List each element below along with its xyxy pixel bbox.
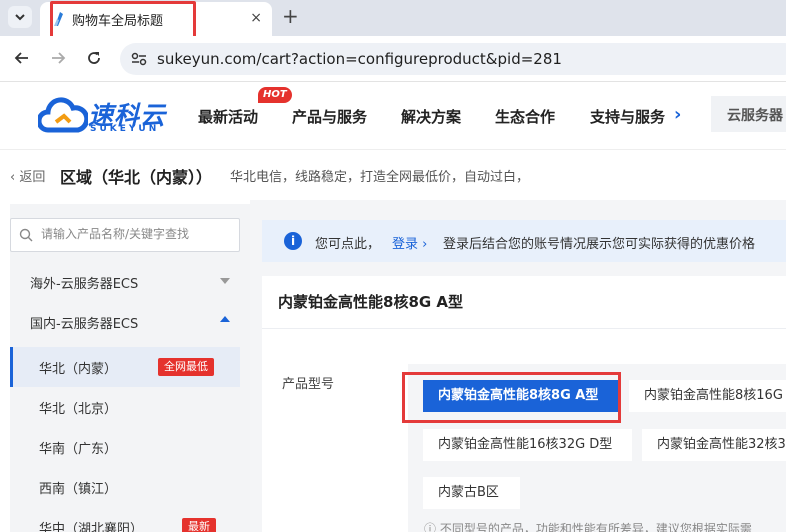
chevron-right-icon[interactable]: › bbox=[674, 104, 681, 125]
nav-ecosystem[interactable]: 生态合作 bbox=[495, 106, 555, 127]
header-search-text: 云服务器 bbox=[727, 108, 783, 124]
group-label: 海外-云服务器ECS bbox=[30, 277, 139, 292]
back-label: 返回 bbox=[19, 170, 46, 185]
tab-close-icon[interactable]: × bbox=[250, 10, 262, 26]
nav-latest-activities[interactable]: 最新活动 bbox=[198, 106, 258, 127]
options-note-text: 不同型号的产品，功能和性能有所差异，建议您根据实际需 bbox=[439, 522, 752, 532]
browser-toolbar: sukeyun.com/cart?action=configureproduct… bbox=[0, 36, 786, 82]
sidebar-item-label: 华北（内蒙） bbox=[39, 362, 118, 377]
sidebar-item-label: 华南（广东） bbox=[39, 442, 118, 457]
forward-button[interactable] bbox=[48, 48, 68, 68]
notice-text: 登录后结合您的账号情况展示您可实际获得的优惠价格 bbox=[443, 237, 756, 252]
login-link[interactable]: 登录 › bbox=[392, 233, 427, 252]
sidebar-group-domestic[interactable]: 国内-云服务器ECS bbox=[10, 302, 240, 342]
login-notice: i 您可点此， 登录 › 登录后结合您的账号情况展示您可实际获得的优惠价格 bbox=[262, 220, 786, 262]
url-text[interactable]: sukeyun.com/cart?action=configureproduct… bbox=[157, 50, 562, 68]
site-header: 速科云 SUKEYUN 最新活动 HOT 产品与服务 解决方案 生态合作 支持与… bbox=[0, 82, 786, 150]
browser-tab[interactable]: 购物车全局标题 × bbox=[40, 2, 272, 36]
sidebar-item-north-beijing[interactable]: 华北（北京） bbox=[10, 387, 240, 427]
new-tab-button[interactable]: + bbox=[282, 5, 299, 27]
nav-products-services[interactable]: 产品与服务 bbox=[292, 106, 367, 127]
page-title: 区域（华北（内蒙）） bbox=[60, 168, 213, 187]
sidebar-item-label: 西南（镇江） bbox=[39, 482, 118, 497]
arrow-left-icon bbox=[14, 52, 28, 64]
chevron-left-icon: ‹ bbox=[10, 170, 20, 185]
options-note: ⓘ 不同型号的产品，功能和性能有所差异，建议您根据实际需 bbox=[424, 520, 752, 532]
sidebar-item-southwest-zhenjiang[interactable]: 西南（镇江） bbox=[10, 467, 240, 507]
product-title: 内蒙铂金高性能8核8G A型 bbox=[278, 293, 464, 311]
browser-tab-bar: 购物车全局标题 × + bbox=[0, 0, 786, 36]
sidebar-item-south-guangdong[interactable]: 华南（广东） bbox=[10, 427, 240, 467]
option-inner-mongolia-b[interactable]: 内蒙古B区 bbox=[423, 477, 520, 509]
product-model-label: 产品型号 bbox=[282, 377, 335, 392]
option-8c16g[interactable]: 内蒙铂金高性能8核16G bbox=[629, 380, 786, 412]
logo-subtext: SUKEYUN bbox=[90, 124, 160, 134]
product-config-card: 内蒙铂金高性能8核8G A型 产品型号 内蒙铂金高性能8核8G A型 内蒙铂金高… bbox=[262, 276, 786, 532]
option-32c[interactable]: 内蒙铂金高性能32核3 bbox=[642, 429, 786, 461]
divider bbox=[262, 328, 786, 329]
sidebar: 海外-云服务器ECS 国内-云服务器ECS 华北（内蒙） 全网最低 华北（北京）… bbox=[10, 204, 250, 532]
main-content: i 您可点此， 登录 › 登录后结合您的账号情况展示您可实际获得的优惠价格 内蒙… bbox=[250, 200, 786, 532]
header-search-box[interactable]: 云服务器 bbox=[711, 96, 786, 132]
option-8c8g-a[interactable]: 内蒙铂金高性能8核8G A型 bbox=[423, 380, 619, 412]
lowest-price-badge: 全网最低 bbox=[158, 358, 214, 376]
sidebar-item-label: 华北（北京） bbox=[39, 402, 118, 417]
caret-up-icon bbox=[220, 316, 230, 322]
arrow-right-icon bbox=[52, 52, 66, 64]
sidebar-search-input[interactable] bbox=[41, 227, 236, 241]
caret-down-icon bbox=[220, 278, 230, 284]
nav-solutions[interactable]: 解决方案 bbox=[401, 106, 461, 127]
tab-title: 购物车全局标题 bbox=[72, 14, 164, 29]
hot-badge: HOT bbox=[258, 87, 292, 103]
product-model-options: 内蒙铂金高性能8核8G A型 内蒙铂金高性能8核16G 内蒙铂金高性能16核32… bbox=[408, 364, 786, 532]
tab-search-button[interactable] bbox=[8, 6, 32, 28]
page-description: 华北电信，线路稳定，打造全网最低价，自动过白， bbox=[230, 170, 530, 185]
chevron-down-icon bbox=[15, 14, 25, 21]
sidebar-search-box[interactable] bbox=[10, 218, 240, 252]
nav-support[interactable]: 支持与服务 bbox=[590, 106, 665, 127]
info-icon: i bbox=[284, 232, 302, 250]
option-16c32g-d[interactable]: 内蒙铂金高性能16核32G D型 bbox=[423, 429, 632, 461]
reload-button[interactable] bbox=[84, 48, 104, 68]
back-button[interactable] bbox=[12, 48, 32, 68]
site-logo[interactable]: 速科云 SUKEYUN bbox=[38, 96, 168, 136]
reload-icon bbox=[88, 52, 100, 64]
favicon-icon bbox=[54, 12, 63, 26]
info-circle-icon: ⓘ bbox=[424, 522, 440, 532]
site-settings-icon[interactable] bbox=[130, 51, 148, 67]
address-bar[interactable]: sukeyun.com/cart?action=configureproduct… bbox=[120, 43, 786, 75]
sidebar-item-north-inner-mongolia[interactable]: 华北（内蒙） 全网最低 bbox=[10, 347, 240, 387]
sidebar-item-central-hubei[interactable]: 华中（湖北襄阳） 最新 bbox=[10, 507, 240, 532]
notice-text: 您可点此， bbox=[315, 237, 381, 252]
cloud-logo-icon bbox=[38, 97, 88, 133]
sidebar-item-label: 华中（湖北襄阳） bbox=[39, 522, 144, 532]
back-link[interactable]: ‹ 返回 bbox=[10, 166, 45, 185]
group-label: 国内-云服务器ECS bbox=[30, 317, 139, 332]
search-icon bbox=[19, 228, 33, 242]
newest-badge: 最新 bbox=[182, 518, 216, 532]
sidebar-group-overseas[interactable]: 海外-云服务器ECS bbox=[10, 262, 240, 302]
